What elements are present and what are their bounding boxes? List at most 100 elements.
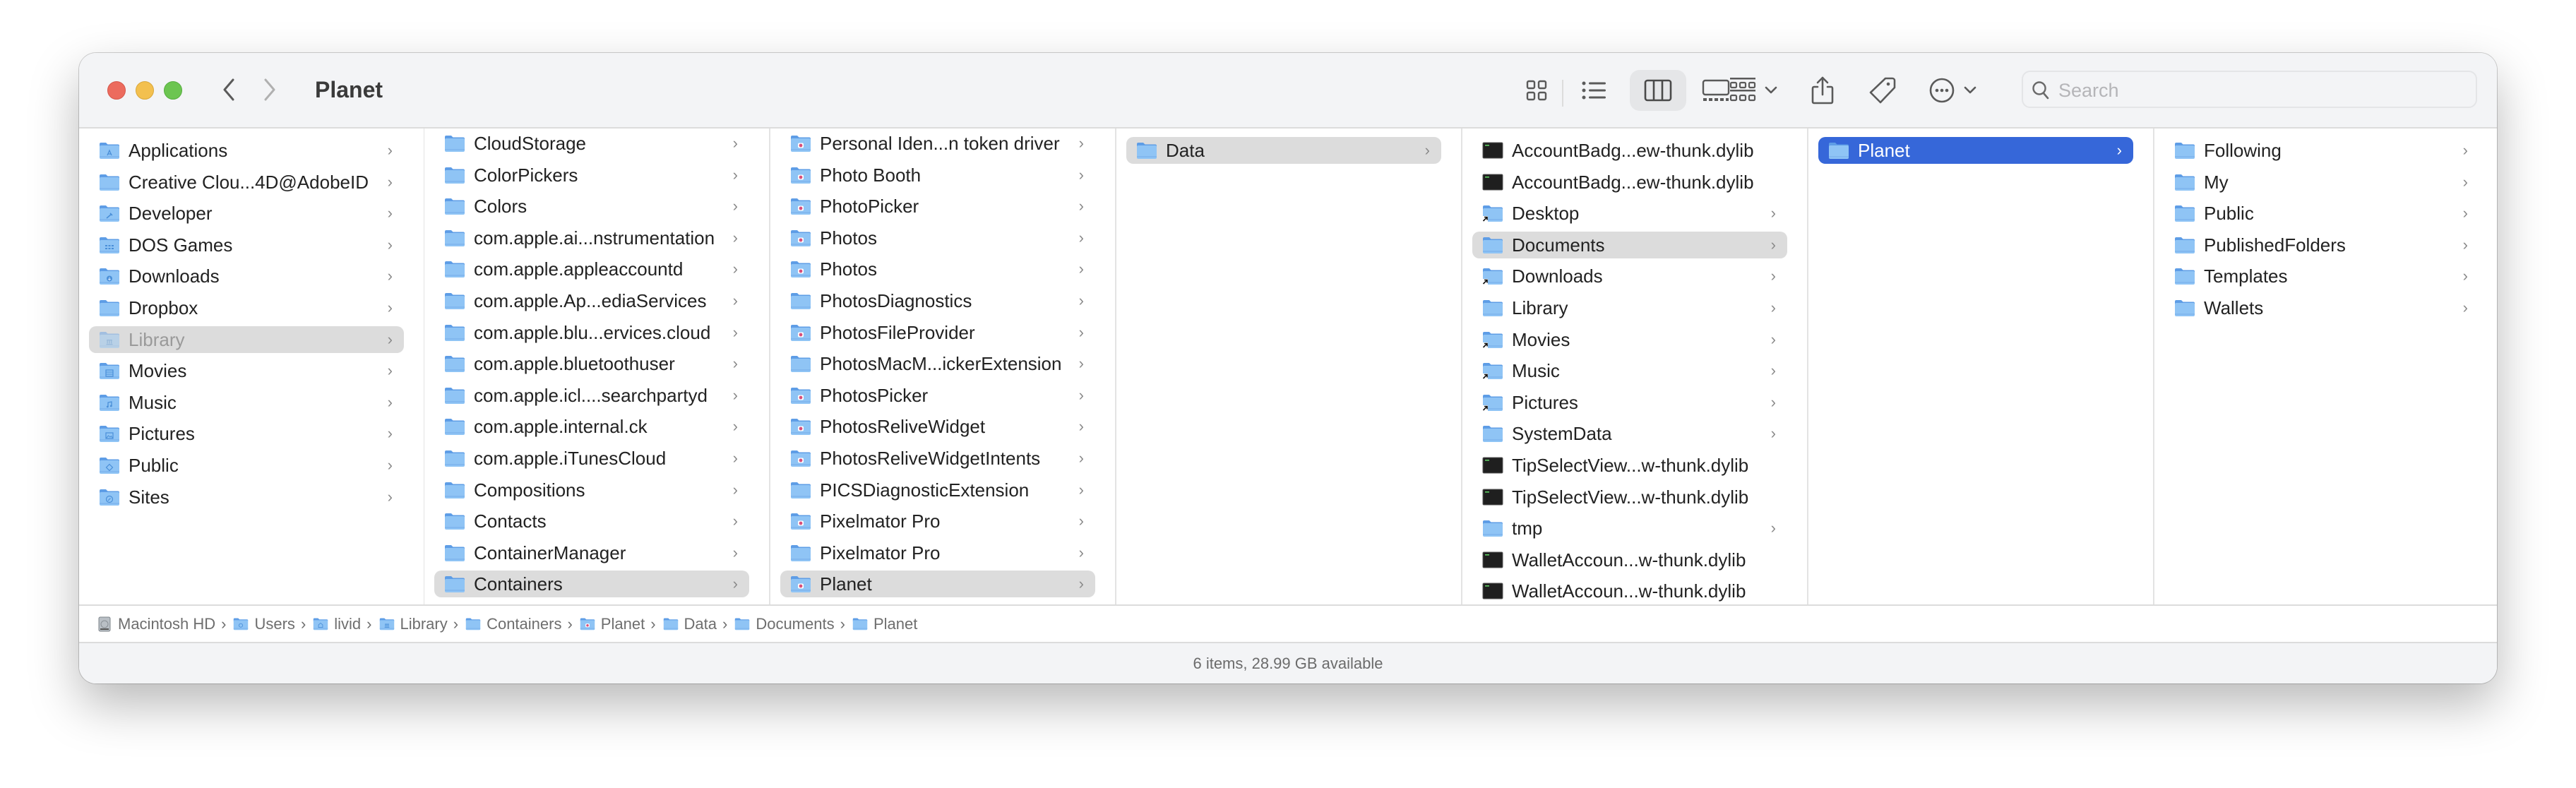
list-item[interactable]: Music › [89, 389, 404, 416]
breadcrumb-item[interactable]: livid [313, 615, 361, 633]
list-item[interactable]: Movies › [1472, 326, 1787, 353]
list-item[interactable]: ContainerManager › [434, 539, 749, 566]
column-containers[interactable]: Personal Iden...n token driver › Photo Bo… [770, 129, 1116, 604]
list-item[interactable]: Photo Booth › [780, 162, 1095, 189]
list-item[interactable]: PICSDiagnosticExtension › [780, 477, 1095, 503]
search-input[interactable] [2057, 76, 2469, 105]
column-home[interactable]: Applications › Creative Clou...4D@AdobeID… [79, 129, 425, 604]
list-item[interactable]: PhotosMacM...ickerExtension › [780, 350, 1095, 377]
column-planet[interactable]: Following › My › Public › PublishedFolders ›… [2154, 129, 2497, 604]
list-item[interactable]: ColorPickers › [434, 162, 749, 189]
list-item[interactable]: Pixelmator Pro › [780, 539, 1095, 566]
list-item[interactable]: TipSelectView...w-thunk.dylib [1472, 452, 1787, 479]
list-item[interactable]: PhotosPicker › [780, 382, 1095, 409]
breadcrumb-item[interactable]: Containers [465, 615, 561, 633]
column-view-button[interactable] [1630, 70, 1686, 111]
breadcrumb-item[interactable]: Users [233, 615, 295, 633]
zoom-window-button[interactable] [164, 81, 182, 100]
list-item[interactable]: Photos › [780, 225, 1095, 251]
breadcrumb-separator-icon: › [840, 614, 845, 633]
list-item[interactable]: Pictures › [1472, 389, 1787, 416]
list-item[interactable]: PhotosDiagnostics › [780, 287, 1095, 314]
list-item[interactable]: Music › [1472, 357, 1787, 384]
list-item[interactable]: Movies › [89, 357, 404, 384]
list-item[interactable]: Sites › [89, 484, 404, 511]
list-item[interactable]: Pictures › [89, 420, 404, 447]
search-field[interactable] [2022, 71, 2477, 108]
list-item[interactable]: PhotoPicker › [780, 193, 1095, 220]
list-item[interactable]: Developer › [89, 200, 404, 227]
breadcrumb-item[interactable]: Data [663, 615, 717, 633]
list-item[interactable]: Dropbox › [89, 294, 404, 321]
breadcrumb-item[interactable]: Macintosh HD [97, 615, 215, 633]
folder-icon [99, 299, 120, 317]
list-item[interactable]: Public › [2164, 200, 2479, 227]
list-item[interactable]: Applications › [89, 137, 404, 164]
list-item[interactable]: com.apple.ai...nstrumentation › [434, 225, 749, 251]
list-item[interactable]: com.apple.icl....searchpartyd › [434, 382, 749, 409]
list-item[interactable]: AccountBadg...ew-thunk.dylib [1472, 169, 1787, 196]
list-item[interactable]: com.apple.internal.ck › [434, 413, 749, 440]
share-button[interactable] [1805, 74, 1840, 107]
breadcrumb-item[interactable]: Library [379, 615, 448, 633]
breadcrumb-item[interactable]: Documents [734, 615, 835, 633]
column-planet-container[interactable]: Data › [1116, 129, 1462, 604]
list-item[interactable]: tmp › [1472, 515, 1787, 542]
list-item[interactable]: Colors › [434, 193, 749, 220]
list-item[interactable]: Data › [1126, 137, 1441, 164]
icon-view-button[interactable] [1520, 74, 1554, 107]
list-item[interactable]: WalletAccoun...w-thunk.dylib [1472, 578, 1787, 604]
public-folder-icon [99, 456, 120, 474]
breadcrumb-item[interactable]: Planet [852, 615, 917, 633]
list-item[interactable]: Pixelmator Pro › [780, 508, 1095, 535]
list-item[interactable]: Library › [1472, 294, 1787, 321]
list-item[interactable]: Personal Iden...n token driver › [780, 130, 1095, 157]
more-actions-button[interactable] [1925, 74, 1981, 107]
column-data[interactable]: AccountBadg...ew-thunk.dylib AccountBadg.… [1462, 129, 1808, 604]
list-item[interactable]: My › [2164, 169, 2479, 196]
list-item[interactable]: Photos › [780, 256, 1095, 282]
list-item[interactable]: Contacts › [434, 508, 749, 535]
list-item[interactable]: Containers › [434, 571, 749, 598]
list-item[interactable]: com.apple.blu...ervices.cloud › [434, 319, 749, 346]
back-button[interactable] [215, 74, 243, 105]
list-item[interactable]: Downloads › [89, 263, 404, 289]
list-view-button[interactable] [1575, 74, 1614, 107]
chevron-right-icon: › [1770, 362, 1776, 380]
list-item[interactable]: Templates › [2164, 263, 2479, 289]
list-item[interactable]: PhotosFileProvider › [780, 319, 1095, 346]
list-item[interactable]: Wallets › [2164, 294, 2479, 321]
list-item[interactable]: AccountBadg...ew-thunk.dylib [1472, 137, 1787, 164]
column-documents[interactable]: Planet › [1808, 129, 2154, 604]
minimize-window-button[interactable] [136, 81, 154, 100]
list-item[interactable]: CloudStorage › [434, 130, 749, 157]
list-item[interactable]: com.apple.bluetoothuser › [434, 350, 749, 377]
tags-button[interactable] [1863, 74, 1902, 107]
movies-folder-icon [99, 362, 120, 380]
list-item[interactable]: com.apple.iTunesCloud › [434, 445, 749, 472]
list-item[interactable]: TipSelectView...w-thunk.dylib [1472, 484, 1787, 511]
list-item[interactable]: Documents › [1472, 231, 1787, 258]
list-item[interactable]: DOS Games › [89, 232, 404, 258]
list-item[interactable]: Public › [89, 452, 404, 479]
list-item[interactable]: Planet › [780, 571, 1095, 598]
list-item[interactable]: PhotosReliveWidgetIntents › [780, 445, 1095, 472]
list-item[interactable]: PhotosReliveWidget › [780, 413, 1095, 440]
list-item[interactable]: Library › [89, 326, 404, 353]
group-button[interactable] [1722, 74, 1785, 107]
list-item[interactable]: Desktop › [1472, 200, 1787, 227]
list-item[interactable]: com.apple.appleaccountd › [434, 256, 749, 282]
forward-button[interactable] [256, 74, 284, 105]
list-item[interactable]: SystemData › [1472, 420, 1787, 447]
list-item[interactable]: Creative Clou...4D@AdobeID › [89, 169, 404, 196]
list-item[interactable]: Compositions › [434, 477, 749, 503]
column-library[interactable]: CloudStorage › ColorPickers › Colors › com.… [424, 129, 770, 604]
list-item[interactable]: WalletAccoun...w-thunk.dylib [1472, 547, 1787, 573]
list-item[interactable]: com.apple.Ap...ediaServices › [434, 287, 749, 314]
list-item[interactable]: Planet › [1818, 137, 2133, 164]
list-item[interactable]: Following › [2164, 137, 2479, 164]
breadcrumb-item[interactable]: Planet [580, 615, 645, 633]
close-window-button[interactable] [107, 81, 126, 100]
list-item[interactable]: PublishedFolders › [2164, 232, 2479, 258]
list-item[interactable]: Downloads › [1472, 263, 1787, 289]
